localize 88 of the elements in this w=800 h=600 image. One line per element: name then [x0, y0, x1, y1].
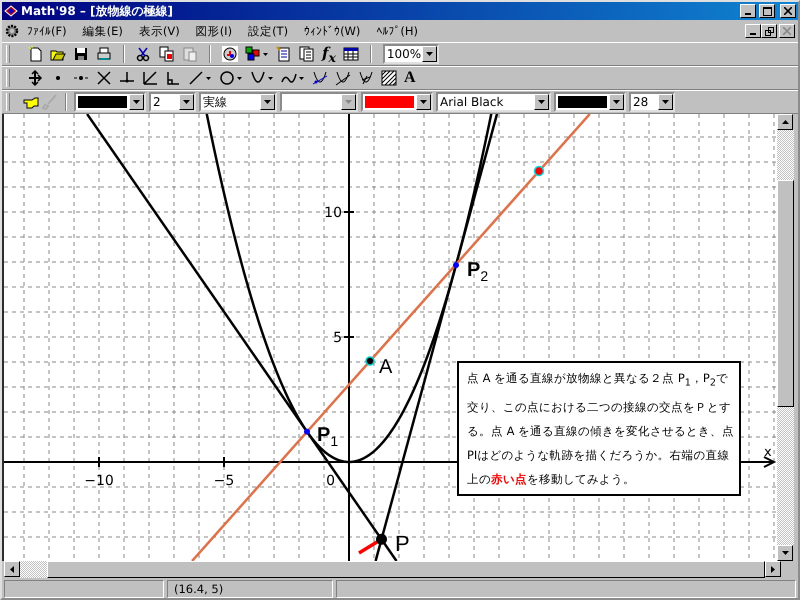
pages-icon[interactable]: [299, 46, 315, 62]
move-arrows-icon[interactable]: [27, 70, 43, 86]
function-button[interactable]: f$_{x}$: [322, 44, 336, 64]
tick-label: −5: [214, 473, 234, 489]
close-icon: [784, 7, 792, 15]
arrow-up-icon: [782, 120, 788, 124]
status-text: (16.4, 5): [167, 580, 333, 598]
close-button[interactable]: [779, 24, 795, 38]
graph-icon[interactable]: [222, 46, 238, 62]
arrow-right-icon: [771, 566, 775, 572]
palette-icon[interactable]: [245, 46, 269, 62]
angle-icon[interactable]: [142, 70, 158, 86]
axis-label: x: [764, 445, 772, 460]
caret-icon: [345, 100, 352, 104]
maximize-button[interactable]: [759, 4, 775, 18]
intersection-icon[interactable]: [96, 70, 112, 86]
scroll-down-button[interactable]: [777, 545, 793, 561]
restore-button[interactable]: [761, 24, 777, 38]
arrow-left-icon: [10, 566, 14, 572]
scroll-right-button[interactable]: [765, 561, 781, 577]
font-size-dropdown[interactable]: 28: [629, 92, 675, 112]
table-icon[interactable]: [342, 46, 359, 62]
caret-icon: [420, 100, 427, 104]
hatch-icon[interactable]: [381, 70, 397, 86]
paste-icon[interactable]: [182, 46, 198, 62]
fill-color-dropdown[interactable]: [361, 92, 433, 112]
menu-item[interactable]: ﾍﾙﾌﾟ(H): [368, 24, 426, 38]
line-width-dropdown[interactable]: 2: [149, 92, 196, 112]
save-icon[interactable]: [73, 46, 89, 62]
scrollbar-thumb[interactable]: [47, 561, 765, 578]
scroll-up-button[interactable]: [777, 114, 793, 130]
zoom-dropdown[interactable]: 100%: [382, 44, 439, 64]
close-button[interactable]: [780, 4, 796, 18]
point: [365, 356, 375, 366]
point-label: P$_{2}$: [467, 259, 488, 284]
line-icon[interactable]: [188, 70, 212, 86]
menu-item[interactable]: ﾌｧｲﾙ(F): [19, 24, 75, 38]
new-file-icon[interactable]: [27, 46, 43, 62]
line-color-dropdown[interactable]: [74, 92, 146, 112]
text-color-dropdown[interactable]: [554, 92, 626, 112]
point-label: P: [395, 531, 410, 556]
tangent-icon[interactable]: [312, 70, 328, 86]
point: [376, 534, 387, 545]
scrollbar-thumb[interactable]: [777, 180, 794, 407]
menu-item[interactable]: 設定(T): [240, 24, 296, 38]
scissors-icon[interactable]: [136, 46, 152, 62]
scroll-left-button[interactable]: [4, 561, 20, 577]
tick-label: 0: [326, 473, 335, 489]
caret-icon: [426, 52, 433, 56]
point: [304, 428, 310, 435]
caret-icon: [613, 100, 620, 104]
tick-label: 10: [324, 205, 342, 221]
menu-item[interactable]: 図形(I): [188, 24, 240, 38]
window-title: Math'98 – [放物線の極線]: [21, 2, 174, 20]
text-tool-button[interactable]: A: [404, 69, 416, 87]
close-icon: [783, 27, 791, 35]
point-handle[interactable]: [534, 166, 544, 176]
arrow-down-icon: [782, 551, 788, 555]
caret-icon: [538, 100, 545, 104]
instruction-text: 点 A を通る直線が放物線と異なる２点 P$_{1}$，P$_{2}$で交り、この点における二つの接線の交点をＰとする。点 A を通る直線の傾きを変化させるとき、点 PIはどのような軌跡を描くだろうか。右端の直線上の赤い点を移動してみよう。: [457, 361, 741, 496]
circle-icon[interactable]: [219, 70, 243, 86]
tick-label: 5: [333, 330, 342, 346]
app-icon: [4, 5, 18, 17]
caret-icon: [183, 100, 190, 104]
locus-segment: [358, 540, 378, 554]
minimize-button[interactable]: [740, 4, 756, 18]
right-angle-icon[interactable]: [165, 70, 181, 86]
copy-icon[interactable]: [159, 46, 175, 62]
menu-item[interactable]: ｳｨﾝﾄﾞｳ(W): [296, 24, 368, 38]
gear-icon[interactable]: [5, 24, 19, 38]
line-style-dropdown[interactable]: 実線: [199, 92, 277, 112]
tangent-icon[interactable]: [358, 70, 374, 86]
point-label: A: [379, 356, 392, 378]
document-icon[interactable]: [276, 46, 292, 62]
point: [453, 262, 459, 268]
menu-item[interactable]: 編集(E): [74, 24, 131, 38]
printer-icon[interactable]: [96, 46, 112, 62]
tick-label: −10: [84, 473, 114, 489]
font-dropdown[interactable]: Arial Black: [436, 92, 551, 112]
maximize-icon: [762, 6, 772, 16]
restore-icon: [764, 26, 774, 36]
point-label: P$_{1}$: [317, 424, 338, 449]
menu-item[interactable]: 表示(V): [130, 24, 188, 38]
caret-icon: [662, 100, 669, 104]
caret-icon: [264, 100, 271, 104]
minimize-button[interactable]: [745, 24, 761, 38]
caret-icon: [133, 100, 140, 104]
tangent-icon[interactable]: [335, 70, 351, 86]
